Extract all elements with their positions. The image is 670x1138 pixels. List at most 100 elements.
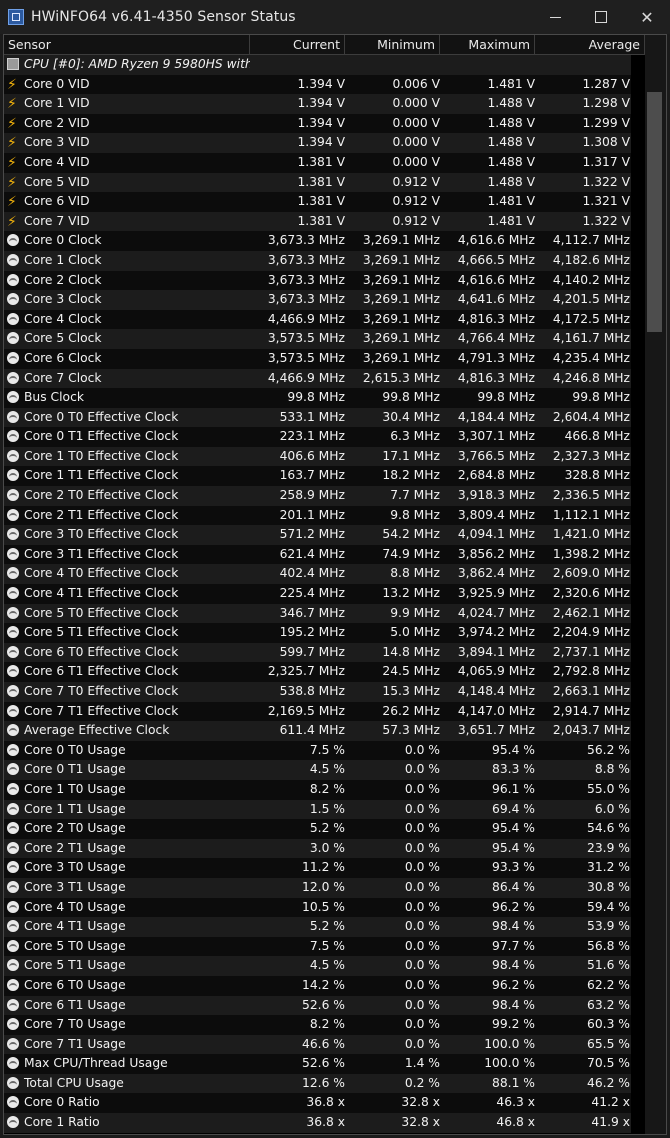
sensor-row[interactable]: Core 4 Clock 4,466.9 MHz 3,269.1 MHz 4,816.… bbox=[4, 309, 631, 330]
minimum-value: 57.3 MHz bbox=[382, 723, 440, 738]
average-value: 56.8 % bbox=[587, 938, 630, 953]
sensor-row[interactable]: Core 4 T0 Usage 10.5 % 0.0 % 96.2 % 59.4 % bbox=[4, 897, 631, 918]
column-header-minimum[interactable]: Minimum bbox=[345, 35, 440, 55]
gauge-icon bbox=[7, 1018, 19, 1031]
sensor-row[interactable]: Core 0 T1 Usage 4.5 % 0.0 % 83.3 % 8.8 % bbox=[4, 760, 631, 780]
gauge-icon bbox=[7, 704, 19, 717]
sensor-row[interactable]: ⚡ Core 0 VID 1.394 V 0.006 V 1.481 V 1.287 V bbox=[4, 74, 631, 95]
minimum-value: 0.0 % bbox=[404, 821, 440, 836]
current-value: 621.4 MHz bbox=[279, 546, 345, 561]
sensor-row[interactable]: Core 0 T1 Effective Clock 223.1 MHz 6.3 MH… bbox=[4, 427, 631, 447]
sensor-row[interactable]: Core 1 T0 Usage 8.2 % 0.0 % 96.1 % 55.0 % bbox=[4, 779, 631, 800]
sensor-row[interactable]: Core 3 T0 Usage 11.2 % 0.0 % 93.3 % 31.2 % bbox=[4, 858, 631, 878]
sensor-row[interactable]: Core 7 T1 Effective Clock 2,169.5 MHz 26.2… bbox=[4, 701, 631, 722]
sensor-name: Core 6 T0 Usage bbox=[24, 977, 126, 992]
sensor-row[interactable]: Core 7 T0 Effective Clock 538.8 MHz 15.3 M… bbox=[4, 682, 631, 702]
sensor-row[interactable]: Core 3 T1 Usage 12.0 % 0.0 % 86.4 % 30.8 % bbox=[4, 877, 631, 898]
minimum-value: 0.0 % bbox=[404, 781, 440, 796]
sensor-row[interactable]: Core 2 Clock 3,673.3 MHz 3,269.1 MHz 4,616.… bbox=[4, 270, 631, 291]
sensor-row[interactable]: Core 6 Clock 3,573.5 MHz 3,269.1 MHz 4,791.… bbox=[4, 348, 631, 369]
sensor-row[interactable]: Core 4 T0 Effective Clock 402.4 MHz 8.8 MH… bbox=[4, 564, 631, 585]
current-value: 2,325.7 MHz bbox=[267, 664, 345, 679]
sensor-name-cell: Core 2 Clock bbox=[4, 271, 250, 291]
sensor-name: Core 0 T0 Usage bbox=[24, 742, 126, 757]
sensor-row[interactable]: Core 3 Clock 3,673.3 MHz 3,269.1 MHz 4,641.… bbox=[4, 290, 631, 310]
sensor-row[interactable]: Core 6 T1 Effective Clock 2,325.7 MHz 24.5… bbox=[4, 662, 631, 682]
minimize-button[interactable] bbox=[532, 0, 578, 34]
voltage-bolt-icon: ⚡ bbox=[7, 96, 17, 113]
column-header-maximum[interactable]: Maximum bbox=[440, 35, 535, 55]
sensor-row[interactable]: Core 6 T0 Usage 14.2 % 0.0 % 96.2 % 62.2 % bbox=[4, 975, 631, 996]
sensor-row[interactable]: Core 2 T1 Usage 3.0 % 0.0 % 95.4 % 23.9 % bbox=[4, 838, 631, 859]
scrollbar-thumb[interactable] bbox=[647, 92, 662, 332]
sensor-row[interactable]: Core 5 T1 Usage 4.5 % 0.0 % 98.4 % 51.6 % bbox=[4, 956, 631, 976]
maximize-button[interactable] bbox=[578, 0, 624, 34]
sensor-row[interactable]: Core 1 T1 Usage 1.5 % 0.0 % 69.4 % 6.0 % bbox=[4, 799, 631, 820]
average-value: 56.2 % bbox=[587, 742, 630, 757]
window-title: HWiNFO64 v6.41-4350 Sensor Status bbox=[31, 9, 296, 25]
average-value: 1,112.1 MHz bbox=[552, 507, 630, 522]
vertical-scrollbar[interactable] bbox=[645, 35, 666, 1134]
sensor-name-cell: Core 1 Ratio bbox=[4, 1113, 250, 1133]
maximize-icon bbox=[595, 11, 607, 23]
current-value: 46.6 % bbox=[302, 1036, 345, 1051]
sensor-row[interactable]: ⚡ Core 5 VID 1.381 V 0.912 V 1.488 V 1.322 V bbox=[4, 172, 631, 193]
maximum-value: 4,816.3 MHz bbox=[457, 311, 535, 326]
sensor-row[interactable]: Core 7 T1 Usage 46.6 % 0.0 % 100.0 % 65.5 % bbox=[4, 1034, 631, 1055]
sensor-row[interactable]: Core 5 T1 Effective Clock 195.2 MHz 5.0 MH… bbox=[4, 623, 631, 643]
sensor-row[interactable]: Core 1 Clock 3,673.3 MHz 3,269.1 MHz 4,666.… bbox=[4, 250, 631, 271]
gauge-icon bbox=[7, 1076, 19, 1089]
column-header-average[interactable]: Average bbox=[535, 35, 645, 55]
sensor-row[interactable]: Core 1 T0 Effective Clock 406.6 MHz 17.1 M… bbox=[4, 446, 631, 467]
maximum-value: 99.8 MHz bbox=[477, 390, 535, 405]
sensor-row[interactable]: Core 3 T0 Effective Clock 571.2 MHz 54.2 M… bbox=[4, 525, 631, 545]
sensor-row[interactable]: Core 5 Clock 3,573.5 MHz 3,269.1 MHz 4,766.… bbox=[4, 329, 631, 349]
sensor-row[interactable]: Core 6 T1 Usage 52.6 % 0.0 % 98.4 % 63.2 % bbox=[4, 995, 631, 1016]
sensor-row[interactable]: Core 7 Clock 4,466.9 MHz 2,615.3 MHz 4,816.… bbox=[4, 368, 631, 389]
sensor-row[interactable]: Core 2 T1 Effective Clock 201.1 MHz 9.8 MH… bbox=[4, 505, 631, 526]
sensor-row[interactable]: ⚡ Core 2 VID 1.394 V 0.000 V 1.488 V 1.299 V bbox=[4, 113, 631, 134]
sensor-row[interactable]: Core 1 T1 Effective Clock 163.7 MHz 18.2 M… bbox=[4, 466, 631, 487]
sensor-row[interactable]: Core 5 T0 Effective Clock 346.7 MHz 9.9 MH… bbox=[4, 603, 631, 624]
sensor-row[interactable]: Core 5 T0 Usage 7.5 % 0.0 % 97.7 % 56.8 % bbox=[4, 936, 631, 957]
maximum-value: 88.1 % bbox=[492, 1075, 535, 1090]
sensor-row[interactable]: Total CPU Usage 12.6 % 0.2 % 88.1 % 46.2 % bbox=[4, 1073, 631, 1094]
maximum-value: 98.4 % bbox=[492, 919, 535, 934]
sensor-row[interactable]: Max CPU/Thread Usage 52.6 % 1.4 % 100.0 % 70… bbox=[4, 1054, 631, 1074]
sensor-row[interactable]: Core 2 T0 Effective Clock 258.9 MHz 7.7 MH… bbox=[4, 486, 631, 506]
title-bar: HWiNFO64 v6.41-4350 Sensor Status ✕ bbox=[0, 0, 670, 34]
column-header-sensor[interactable]: Sensor bbox=[4, 35, 250, 55]
sensor-row[interactable]: Core 4 T1 Usage 5.2 % 0.0 % 98.4 % 53.9 % bbox=[4, 917, 631, 937]
minimum-value: 6.3 MHz bbox=[390, 429, 440, 444]
sensor-row[interactable]: Average Effective Clock 611.4 MHz 57.3 MHz… bbox=[4, 721, 631, 741]
sensor-name-cell: Core 5 T0 Effective Clock bbox=[4, 604, 250, 624]
sensor-group-row[interactable]: CPU [#0]: AMD Ryzen 9 5980HS with ... bbox=[4, 55, 631, 75]
sensor-row[interactable]: Core 6 T0 Effective Clock 599.7 MHz 14.8 M… bbox=[4, 642, 631, 663]
sensor-row[interactable]: Core 3 T1 Effective Clock 621.4 MHz 74.9 M… bbox=[4, 544, 631, 565]
sensor-name: Core 0 T0 Effective Clock bbox=[24, 409, 179, 424]
sensor-row[interactable]: ⚡ Core 6 VID 1.381 V 0.912 V 1.481 V 1.321 V bbox=[4, 192, 631, 212]
maximum-value: 95.4 % bbox=[492, 821, 535, 836]
sensor-name-cell: Core 1 T1 Effective Clock bbox=[4, 466, 250, 486]
sensor-table: Sensor Current Minimum Maximum Average C… bbox=[3, 34, 667, 1135]
sensor-row[interactable]: ⚡ Core 4 VID 1.381 V 0.000 V 1.488 V 1.317 V bbox=[4, 152, 631, 173]
average-value: 2,737.1 MHz bbox=[552, 644, 630, 659]
sensor-row[interactable]: Core 4 T1 Effective Clock 225.4 MHz 13.2 M… bbox=[4, 584, 631, 604]
sensor-name: Average Effective Clock bbox=[24, 723, 170, 738]
sensor-row[interactable]: ⚡ Core 7 VID 1.381 V 0.912 V 1.481 V 1.322 V bbox=[4, 211, 631, 232]
minimum-value: 0.912 V bbox=[392, 213, 440, 228]
close-button[interactable]: ✕ bbox=[624, 0, 670, 34]
sensor-row[interactable]: Bus Clock 99.8 MHz 99.8 MHz 99.8 MHz 99.8 MH… bbox=[4, 388, 631, 408]
maximum-value: 86.4 % bbox=[492, 879, 535, 894]
column-header-current[interactable]: Current bbox=[250, 35, 345, 55]
sensor-row[interactable]: ⚡ Core 3 VID 1.394 V 0.000 V 1.488 V 1.308 V bbox=[4, 133, 631, 153]
sensor-row[interactable]: Core 7 T0 Usage 8.2 % 0.0 % 99.2 % 60.3 % bbox=[4, 1015, 631, 1035]
sensor-row[interactable]: Core 0 Clock 3,673.3 MHz 3,269.1 MHz 4,616.… bbox=[4, 231, 631, 251]
sensor-row[interactable]: Core 0 T0 Effective Clock 533.1 MHz 30.4 M… bbox=[4, 407, 631, 428]
sensor-row[interactable]: ⚡ Core 1 VID 1.394 V 0.000 V 1.488 V 1.298 V bbox=[4, 94, 631, 114]
sensor-row[interactable]: Core 1 Ratio 36.8 x 32.8 x 46.8 x 41.9 x bbox=[4, 1113, 631, 1133]
average-value: 62.2 % bbox=[587, 977, 630, 992]
sensor-row[interactable]: Core 0 T0 Usage 7.5 % 0.0 % 95.4 % 56.2 % bbox=[4, 740, 631, 761]
sensor-row[interactable]: Core 0 Ratio 36.8 x 32.8 x 46.3 x 41.2 x bbox=[4, 1093, 631, 1114]
sensor-row[interactable]: Core 2 T0 Usage 5.2 % 0.0 % 95.4 % 54.6 % bbox=[4, 819, 631, 839]
